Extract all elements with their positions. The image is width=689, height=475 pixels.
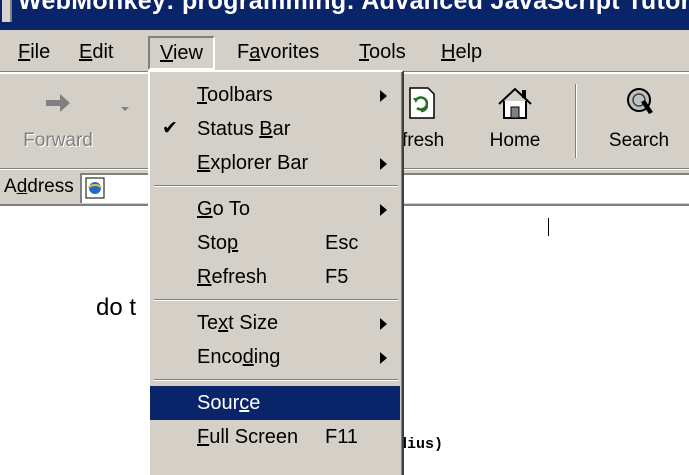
submenu-arrow-icon (380, 90, 387, 102)
submenu-arrow-icon (380, 352, 387, 364)
view-menu-item-full-screen[interactable]: Full Screen F11 (150, 420, 400, 454)
refresh-icon (409, 87, 435, 119)
menu-favorites[interactable]: Favorites (227, 36, 329, 70)
menu-item-label: Encoding (197, 346, 281, 368)
submenu-arrow-icon (380, 204, 387, 216)
view-menu-dropdown: Toolbars ✔ Status Bar Explorer Bar Go To Stop… (148, 70, 404, 475)
forward-arrow-icon (46, 94, 70, 112)
home-button[interactable]: Home (472, 84, 558, 164)
ie-page-icon (85, 177, 105, 199)
home-label: Home (489, 130, 541, 151)
toolbar-separator (575, 84, 577, 158)
menu-item-shortcut: Esc (325, 232, 359, 254)
address-label: Address (4, 176, 74, 197)
menu-separator (154, 185, 398, 187)
title-bar: WebMonkey: programming: Advanced JavaScr… (0, 0, 689, 30)
menu-item-shortcut: F11 (325, 426, 358, 448)
view-menu-item-go-to[interactable]: Go To (150, 192, 400, 226)
view-menu-item-toolbars[interactable]: Toolbars (150, 78, 400, 112)
home-icon (498, 87, 532, 119)
search-icon (627, 88, 653, 114)
menu-item-label: Toolbars (197, 84, 273, 106)
menu-item-label: Text Size (197, 312, 279, 334)
submenu-arrow-icon (380, 158, 387, 170)
menu-item-label: Go To (197, 198, 251, 220)
view-menu-item-refresh[interactable]: Refresh F5 (150, 260, 400, 294)
menu-item-label: Full Screen (197, 426, 299, 448)
menu-help[interactable]: Help (431, 36, 492, 70)
menu-separator (154, 379, 398, 381)
view-menu-item-text-size[interactable]: Text Size (150, 306, 400, 340)
app-icon (2, 0, 12, 22)
menu-view[interactable]: View (148, 36, 215, 70)
view-menu-item-source[interactable]: Source (150, 386, 400, 420)
submenu-arrow-icon (380, 318, 387, 330)
menu-bar: File Edit View Favorites Tools Help (0, 30, 689, 72)
refresh-label: fresh (402, 130, 445, 151)
menu-edit[interactable]: Edit (69, 36, 123, 70)
menu-item-label: Status Bar (197, 118, 291, 140)
menu-item-label: Source (197, 392, 261, 414)
content-text: do t (96, 294, 137, 321)
forward-dropdown-arrow-icon[interactable] (119, 104, 131, 114)
search-label: Search (608, 130, 670, 151)
menu-item-label: Refresh (197, 266, 268, 288)
view-menu-item-explorer-bar[interactable]: Explorer Bar (150, 146, 400, 180)
content-mark (548, 218, 549, 236)
menu-separator (154, 299, 398, 301)
menu-file[interactable]: File (8, 36, 60, 70)
search-button[interactable]: Search (591, 84, 687, 164)
window-title: WebMonkey: programming: Advanced JavaScr… (18, 0, 689, 15)
refresh-button[interactable]: fresh (394, 84, 464, 164)
checkmark-icon: ✔ (162, 118, 178, 139)
view-menu-item-encoding[interactable]: Encoding (150, 340, 400, 374)
menu-item-label: Explorer Bar (197, 152, 309, 174)
view-menu-item-status-bar[interactable]: ✔ Status Bar (150, 112, 400, 146)
menu-item-label: Stop (197, 232, 239, 254)
menu-item-shortcut: F5 (325, 266, 349, 288)
forward-button[interactable]: Forward (8, 84, 108, 164)
forward-label: Forward (23, 130, 93, 151)
menu-tools[interactable]: Tools (349, 36, 416, 70)
view-menu-item-stop[interactable]: Stop Esc (150, 226, 400, 260)
content-code: dius) (398, 436, 444, 453)
